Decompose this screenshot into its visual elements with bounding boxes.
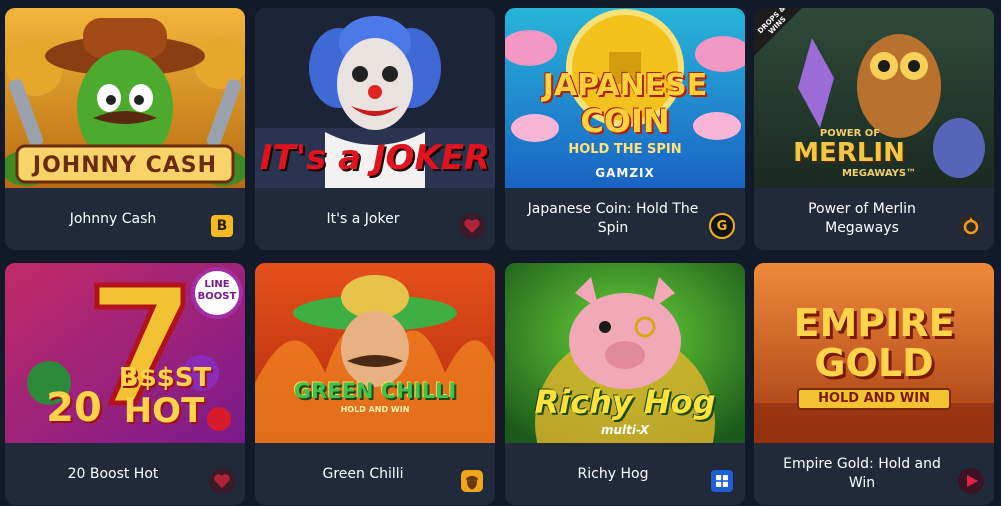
game-card-footer: Empire Gold: Hold and Win (754, 443, 994, 505)
game-thumbnail[interactable]: Richy Hog multi-X (505, 263, 745, 443)
game-card-20-boost-hot[interactable]: LINE BOOST B$$ST 20 HOT 20 Boost Hot (5, 263, 245, 505)
game-tagline: HOLD THE SPIN (568, 142, 682, 157)
game-card-its-a-joker[interactable]: IT's a JOKER It's a Joker (255, 8, 495, 250)
game-thumbnail[interactable]: EMPIRE GOLD HOLD AND WIN (754, 263, 994, 443)
game-card-green-chilli[interactable]: GREEN CHILLI HOLD AND WIN Green Chilli (255, 263, 495, 505)
game-logo-line2: GOLD (814, 341, 934, 385)
game-card-footer: Richy Hog (505, 443, 745, 505)
game-card-johnny-cash[interactable]: JOHNNY CASH Johnny Cash B (5, 8, 245, 250)
game-logo-line3: HOT (123, 391, 205, 431)
game-logo-line1: JAPANESE (542, 68, 708, 103)
game-thumbnail[interactable]: GREEN CHILLI HOLD AND WIN (255, 263, 495, 443)
game-title: 20 Boost Hot (67, 465, 159, 482)
red-heart-provider-icon (209, 468, 235, 494)
game-logo-line1: B$$ST (118, 363, 212, 393)
play-provider-icon (958, 468, 984, 494)
pragmatic-icon (958, 213, 984, 239)
game-title: Japanese Coin: Hold The Spin (527, 201, 699, 236)
game-thumbnail[interactable]: JOHNNY CASH (5, 8, 245, 188)
game-title: Power of Merlin Megaways (808, 201, 916, 236)
game-card-japanese-coin[interactable]: JAPANESE COIN HOLD THE SPIN GAMZIX Japan… (505, 8, 745, 250)
acorn-provider-icon (461, 470, 483, 492)
game-thumbnail[interactable]: JAPANESE COIN HOLD THE SPIN GAMZIX (505, 8, 745, 188)
game-logo-line2: 20 (46, 385, 102, 431)
game-logo: JOHNNY CASH (32, 152, 218, 178)
game-logo: GREEN CHILLI (293, 379, 457, 403)
line-boost-badge: LINE BOOST (197, 279, 237, 302)
game-card-footer: 20 Boost Hot (5, 443, 245, 505)
game-card-power-of-merlin[interactable]: DROPS & WINS POWER OF MERLIN MEGAWAYS™ P… (754, 8, 994, 250)
red-heart-provider-icon (459, 213, 485, 239)
studio-name: GAMZIX (595, 166, 655, 180)
game-card-footer: Johnny Cash B (5, 188, 245, 250)
game-logo-sub: MEGAWAYS™ (841, 168, 917, 179)
game-card-footer: Power of Merlin Megaways (754, 188, 994, 250)
game-logo-line2: COIN (580, 102, 670, 140)
game-logo: Richy Hog (534, 383, 716, 421)
blueprint-icon (711, 470, 733, 492)
game-title: Richy Hog (577, 465, 649, 482)
game-title: Johnny Cash (69, 210, 157, 227)
game-card-footer: It's a Joker (255, 188, 495, 250)
game-grid: JOHNNY CASH Johnny Cash B IT's a JOKER I… (0, 0, 1001, 506)
game-logo: IT's a JOKER (259, 138, 491, 178)
game-thumbnail[interactable]: LINE BOOST B$$ST 20 HOT (5, 263, 245, 443)
game-logo-main: MERLIN (793, 138, 905, 168)
game-thumbnail[interactable]: IT's a JOKER (255, 8, 495, 188)
game-title: Green Chilli (322, 465, 404, 482)
game-card-empire-gold[interactable]: EMPIRE GOLD HOLD AND WIN Empire Gold: Ho… (754, 263, 994, 505)
game-tagline: HOLD AND WIN (340, 405, 410, 414)
game-tagline: HOLD AND WIN (818, 391, 930, 406)
game-card-richy-hog[interactable]: Richy Hog multi-X Richy Hog (505, 263, 745, 505)
game-tagline: multi-X (600, 423, 650, 437)
game-thumbnail[interactable]: DROPS & WINS POWER OF MERLIN MEGAWAYS™ (754, 8, 994, 188)
game-card-footer: Japanese Coin: Hold The Spin G (505, 188, 745, 250)
game-card-footer: Green Chilli (255, 443, 495, 505)
game-title: Empire Gold: Hold and Win (783, 456, 941, 491)
game-logo-line1: EMPIRE (793, 301, 955, 345)
gamzix-icon: G (709, 213, 735, 239)
bgaming-icon: B (211, 215, 233, 237)
game-title: It's a Joker (326, 210, 400, 227)
